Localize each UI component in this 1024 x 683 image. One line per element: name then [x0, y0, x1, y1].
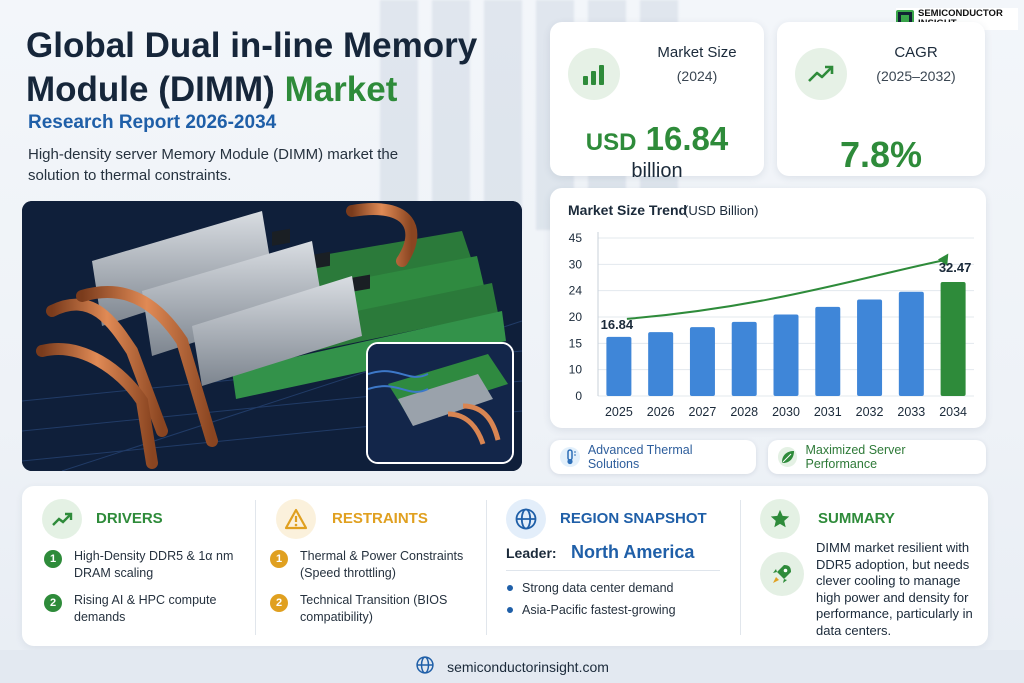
market-trend-chart: 0 10 15 20 24 30 45 2025 2026 2027 2028 2030 2031 203… — [569, 231, 974, 419]
title-accent: Market — [284, 70, 398, 109]
drivers-item-number: 2 — [44, 594, 62, 612]
market-size-value: USD 16.84 — [550, 120, 764, 158]
market-size-number: 16.84 — [645, 120, 729, 157]
cagr-value: 7.8% — [839, 134, 923, 175]
bar-chart-icon — [568, 48, 620, 100]
cagr-label: CAGR — [894, 44, 938, 61]
x-tick-label: 2034 — [939, 405, 967, 419]
inset-illustration — [368, 344, 512, 462]
chart-bar — [648, 332, 674, 396]
y-tick-label: 24 — [569, 284, 583, 298]
region-bullet-text: Strong data center demand — [522, 581, 674, 595]
warning-icon — [276, 499, 316, 539]
drivers-item-number: 1 — [44, 550, 62, 568]
region-leader-label: Leader: — [506, 545, 557, 561]
x-tick-label: 2033 — [897, 405, 925, 419]
feature-label: Advanced Thermal Solutions — [587, 443, 693, 471]
star-icon — [760, 499, 800, 539]
globe-icon — [506, 499, 546, 539]
data-label-first: 16.84 — [601, 317, 634, 332]
chart-bar — [773, 314, 799, 396]
x-tick-label: 2031 — [814, 405, 842, 419]
chart-bar — [857, 299, 883, 396]
y-tick-label: 0 — [575, 389, 582, 403]
chart-bar — [940, 281, 966, 396]
bullet-dot — [507, 607, 513, 613]
column-divider — [486, 500, 487, 635]
bullet-dot — [507, 585, 513, 591]
y-tick-label: 15 — [569, 336, 583, 350]
summary-text: DIMM market resilient with DDR5 adoption… — [816, 540, 973, 638]
footer-bar: semiconductorinsight.com — [0, 650, 1024, 683]
data-label-last: 32.47 — [939, 260, 972, 275]
market-trend-chart-card: Market Size Trend (USD Billion) 0 10 15 20 2… — [550, 188, 986, 428]
market-size-unit: billion — [631, 160, 683, 182]
feature-thermal-solutions: Advanced Thermal Solutions — [550, 440, 756, 474]
dimm-inset-image — [366, 342, 514, 464]
restraints-item-text: Thermal & Power Constraints (Speed throt… — [300, 549, 464, 580]
restraints-item-number: 1 — [270, 550, 288, 568]
y-tick-label: 30 — [569, 257, 583, 271]
trend-up-icon — [42, 499, 82, 539]
market-size-currency: USD — [585, 129, 637, 156]
y-tick-label: 10 — [569, 363, 583, 377]
rocket-icon — [760, 552, 804, 596]
column-divider — [740, 500, 741, 635]
page-description: High-density server Memory Module (DIMM)… — [28, 146, 399, 184]
trend-line — [626, 259, 946, 320]
y-tick-label: 45 — [569, 231, 583, 245]
summary-title: SUMMARY — [818, 510, 895, 527]
restraints-title: RESTRAINTS — [332, 510, 428, 527]
page-title: Global Dual in-line Memory Module (DIMM)… — [26, 24, 496, 112]
region-leader-value: North America — [571, 542, 695, 562]
x-tick-label: 2027 — [689, 405, 717, 419]
feature-server-performance: Maximized Server Performance — [768, 440, 986, 474]
leaf-icon — [778, 447, 798, 467]
column-divider — [255, 500, 256, 635]
page-subtitle: Research Report 2026-2034 — [28, 112, 277, 133]
x-tick-label: 2028 — [730, 405, 758, 419]
drivers-item-text: High-Density DDR5 & 1α nm DRAM scaling — [74, 549, 234, 580]
region-bullet-text: Asia-Pacific fastest-growing — [522, 603, 676, 617]
drivers-title: DRIVERS — [96, 510, 163, 527]
region-title: REGION SNAPSHOT — [560, 510, 707, 527]
x-tick-label: 2030 — [772, 405, 800, 419]
feature-label: Maximized Server Performance — [805, 443, 906, 471]
chart-bar — [606, 336, 632, 396]
restraints-item-text: Technical Transition (BIOS compatibility… — [300, 593, 448, 624]
globe-icon — [415, 655, 435, 678]
chart-bar — [731, 321, 757, 396]
market-size-period: (2024) — [676, 68, 718, 84]
thermometer-icon — [560, 447, 580, 467]
divider — [506, 570, 720, 571]
x-tick-label: 2032 — [856, 405, 884, 419]
cagr-card: CAGR (2025–2032) 7.8% — [777, 22, 985, 176]
footer-website-link[interactable]: semiconductorinsight.com — [447, 659, 609, 675]
market-size-label: Market Size — [657, 44, 737, 61]
cagr-period: (2025–2032) — [876, 68, 956, 84]
chart-bar — [815, 306, 841, 396]
x-tick-label: 2026 — [647, 405, 675, 419]
restraints-item-number: 2 — [270, 594, 288, 612]
title-main: Global Dual in-line Memory Module (DIMM) — [26, 26, 478, 109]
y-tick-label: 20 — [569, 310, 583, 324]
chart-bar — [689, 327, 715, 396]
market-size-card: Market Size (2024) USD 16.84 billion — [550, 22, 764, 182]
trend-up-icon — [795, 48, 847, 100]
x-tick-label: 2025 — [605, 405, 633, 419]
drivers-item-text: Rising AI & HPC compute demands — [74, 593, 217, 624]
chart-bar — [898, 291, 924, 396]
